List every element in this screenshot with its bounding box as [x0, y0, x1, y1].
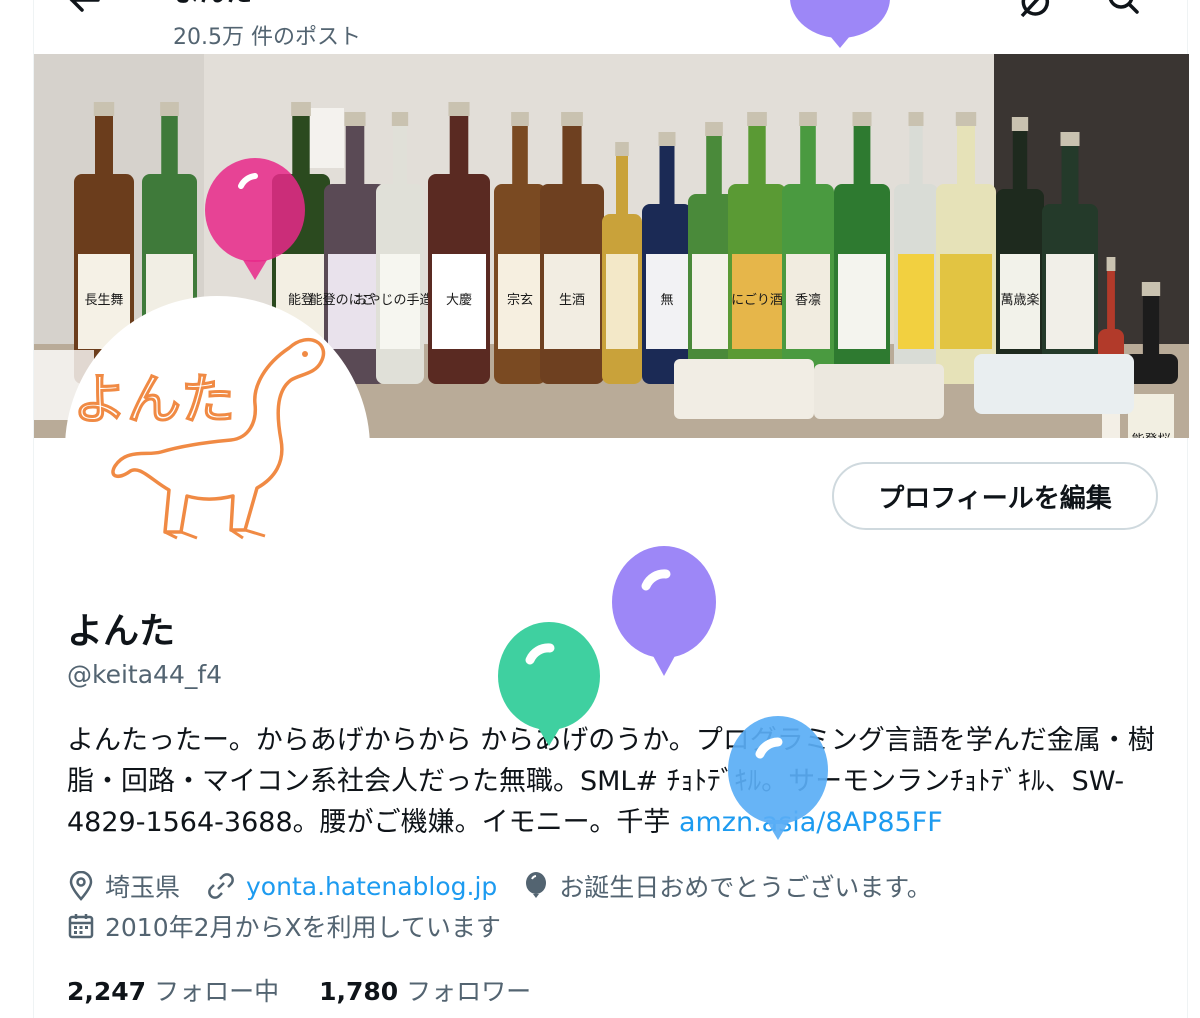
bottle-neck: [909, 124, 923, 194]
balloon-icon: [526, 872, 547, 898]
bottle-neck: [345, 124, 365, 194]
bottle-label: [898, 254, 934, 349]
grok-button[interactable]: [1014, 0, 1054, 20]
bottle-label: [606, 254, 638, 349]
profile-meta: 埼玉県 yonta.hatenablog.jp お誕生日おめでとうございます。: [67, 868, 958, 904]
bottle-cap: [705, 122, 723, 136]
svg-text:よんた: よんた: [73, 368, 235, 431]
bottle-cap: [908, 112, 924, 126]
follow-stats: 2,247 フォロー中 1,780 フォロワー: [67, 972, 571, 1008]
balloon-purple: [612, 546, 716, 676]
location-item: 埼玉県: [67, 868, 180, 904]
bottle-neck: [957, 124, 975, 194]
edit-profile-button[interactable]: プロフィールを編集: [832, 462, 1158, 530]
bottle-cap: [1141, 282, 1161, 296]
bottle-neck: [800, 124, 816, 194]
profile-meta-joined: 2010年2月からXを利用しています: [67, 908, 527, 944]
bottle-neck: [706, 134, 722, 204]
bottle-neck: [449, 114, 469, 184]
bottle-label-text: 宗玄: [507, 292, 533, 308]
bottle-neck: [1107, 269, 1115, 339]
followers-link[interactable]: 1,780 フォロワー: [319, 972, 531, 1008]
location-icon: [69, 871, 93, 901]
joined-text: 2010年2月からXを利用しています: [105, 913, 501, 942]
bottle-cap: [344, 112, 366, 126]
bottle-cap: [291, 102, 311, 116]
bottle-cap: [747, 112, 767, 126]
handle: @keita44_f4: [67, 660, 223, 689]
bottle-neck: [748, 124, 766, 194]
balloon-pink: [205, 158, 305, 280]
bottle-neck: [161, 114, 178, 184]
grok-icon: [1020, 0, 1050, 18]
following-label: フォロー中: [154, 977, 280, 1006]
bottle-label-text: 生酒: [559, 293, 585, 308]
followers-count: 1,780: [319, 977, 399, 1006]
bottle-cap: [615, 142, 629, 156]
bottle-cap: [448, 102, 470, 116]
following-link[interactable]: 2,247 フォロー中: [67, 972, 279, 1008]
search-icon: [1108, 0, 1139, 14]
back-arrow-icon: [69, 0, 100, 12]
avatar[interactable]: よんた: [65, 296, 370, 601]
balloon-green: [498, 622, 600, 746]
website-link[interactable]: yonta.hatenablog.jp: [246, 872, 497, 901]
back-button[interactable]: [64, 0, 104, 20]
header-title: よんた: [174, 0, 252, 9]
display-name: よんた: [67, 611, 176, 652]
bottle-label-text: 能登桜: [1131, 433, 1170, 438]
bottle-neck: [853, 124, 871, 194]
birthday-text: お誕生日おめでとうございます。: [559, 873, 932, 902]
website-item[interactable]: yonta.hatenablog.jp: [206, 871, 497, 901]
bottle-neck: [616, 154, 628, 224]
bottle-cap: [1060, 132, 1080, 146]
profile-column: よんた 20.5万 件のポスト 長生舞能登能登のにごり酒おやじの手造り大慶宗玄生…: [33, 0, 1189, 1018]
bottle-cap: [955, 112, 977, 126]
location-text: 埼玉県: [105, 873, 181, 902]
bottle-cap: [799, 112, 817, 126]
bottle-neck: [1142, 294, 1160, 364]
bottle-label: [1046, 254, 1094, 349]
bottle-label-text: 萬歳楽: [1000, 292, 1039, 308]
post-count: 20.5万 件のポスト: [173, 25, 361, 50]
following-count: 2,247: [67, 977, 147, 1006]
calendar-icon: [68, 914, 94, 939]
bottle-neck: [1061, 144, 1079, 214]
bottle-label-text: 大慶: [446, 293, 472, 308]
bottle-label: [940, 254, 992, 349]
bottle-neck: [562, 124, 582, 194]
balloon-blue: [728, 716, 828, 840]
bottle-label-text: 長生舞: [84, 293, 123, 308]
joined-item: 2010年2月からXを利用しています: [67, 908, 501, 944]
bottle-neck: [392, 124, 408, 194]
bottle-cap: [511, 112, 529, 126]
bottle-label: [1128, 394, 1174, 438]
followers-label: フォロワー: [406, 977, 532, 1006]
bottle-cap: [658, 132, 676, 146]
bio: よんたったー。からあげからから からあげのうか。プログラミング言語を学んだ金属・…: [67, 720, 1157, 843]
birthday-item: お誕生日おめでとうございます。: [523, 868, 932, 904]
bottle-cap: [561, 112, 583, 126]
balloon-purple-top: [790, 0, 890, 48]
bio-text: よんたったー。からあげからから からあげのうか。プログラミング言語を学んだ金属・…: [67, 725, 1155, 838]
bottle-cap: [160, 102, 179, 116]
bottle-cap: [93, 102, 115, 116]
search-button[interactable]: [1104, 0, 1144, 20]
bottle-neck: [512, 124, 528, 194]
link-icon: [208, 873, 234, 899]
bottle-cap: [391, 112, 409, 126]
bottle-cap: [1106, 257, 1116, 271]
bottle-neck: [1012, 129, 1028, 199]
bottle-neck: [659, 144, 675, 214]
bottle-label: [838, 254, 886, 349]
top-bar: よんた 20.5万 件のポスト: [34, 0, 1187, 54]
bottle-cap: [1011, 117, 1029, 131]
bottle-label-text: 無: [660, 293, 673, 308]
bottle-label-text: 香凛: [795, 292, 821, 308]
bottle-cap: [852, 112, 872, 126]
bottle-neck: [95, 114, 113, 184]
bottle-label-text: にごり酒: [731, 292, 783, 308]
